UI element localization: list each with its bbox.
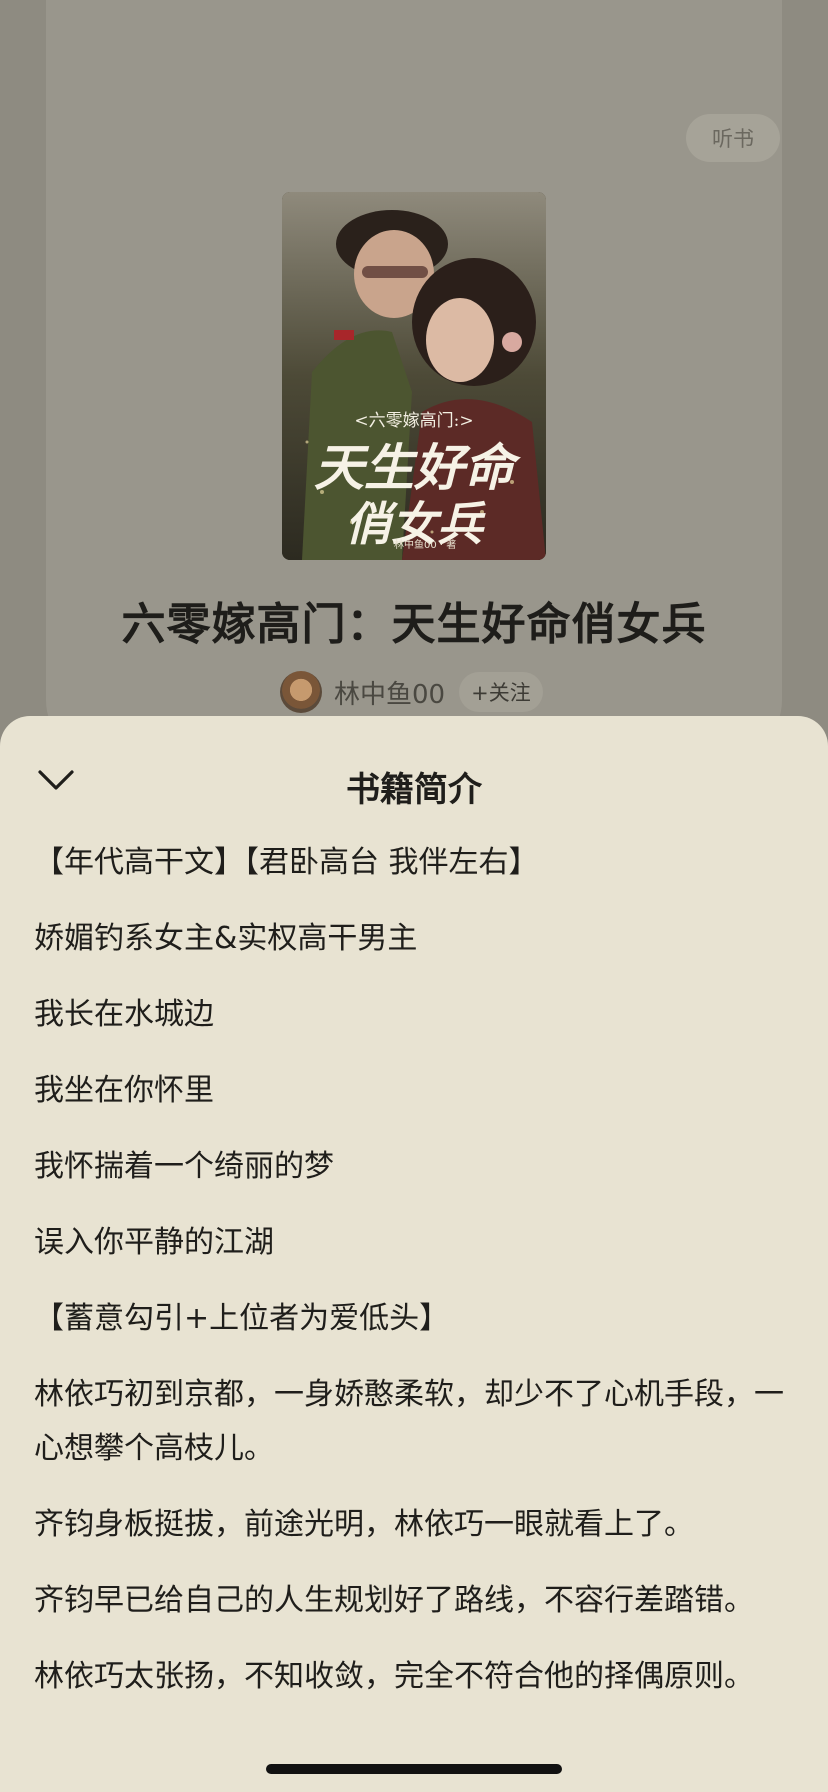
follow-button[interactable]: +关注 — [459, 672, 543, 712]
description-paragraph: 娇媚钓系女主&实权高干男主 — [34, 921, 418, 956]
description-paragraph: 误入你平静的江湖 — [34, 1225, 274, 1260]
description-paragraph: 齐钧身板挺拔，前途光明，林依巧一眼就看上了。 — [34, 1507, 694, 1542]
listen-button[interactable]: 听书 — [686, 114, 780, 162]
description-paragraph: 我坐在你怀里 — [34, 1073, 214, 1108]
description-paragraph: 我怀揣着一个绮丽的梦 — [34, 1149, 334, 1184]
description-paragraph: 我长在水城边 — [34, 997, 214, 1032]
description-paragraph: 林依巧太张扬，不知收敛，完全不符合他的择偶原则。 — [34, 1659, 754, 1694]
author-name[interactable]: 林中鱼00 — [334, 674, 445, 711]
description-paragraph: 林依巧初到京都，一身娇憨柔软，却少不了心机手段，一心想攀个高枝儿。 — [34, 1377, 784, 1466]
description-paragraph: 齐钧早已给自己的人生规划好了路线，不容行差踏错。 — [34, 1583, 754, 1618]
book-cover[interactable]: <六零嫁高门:> 天生好命 俏女兵 林中鱼00 · 著 — [282, 192, 546, 560]
home-indicator[interactable] — [266, 1764, 562, 1774]
sheet-header: 书籍简介 — [0, 716, 828, 836]
description-paragraph: 【年代高干文】【君卧高台 我伴左右】 — [34, 845, 539, 880]
sheet-title: 书籍简介 — [346, 770, 482, 810]
book-title: 六零嫁高门：天生好命俏女兵 — [121, 599, 707, 650]
book-description: 【年代高干文】【君卧高台 我伴左右】 娇媚钓系女主&实权高干男主 我长在水城边 … — [0, 836, 828, 1704]
book-intro-sheet: 书籍简介 【年代高干文】【君卧高台 我伴左右】 娇媚钓系女主&实权高干男主 我长… — [0, 716, 828, 1792]
author-avatar[interactable] — [280, 671, 322, 713]
author-row: 林中鱼00 +关注 — [280, 670, 543, 714]
description-paragraph: 【蓄意勾引+上位者为爱低头】 — [34, 1301, 450, 1336]
cover-author-mark: 林中鱼00 · 著 — [394, 540, 457, 551]
